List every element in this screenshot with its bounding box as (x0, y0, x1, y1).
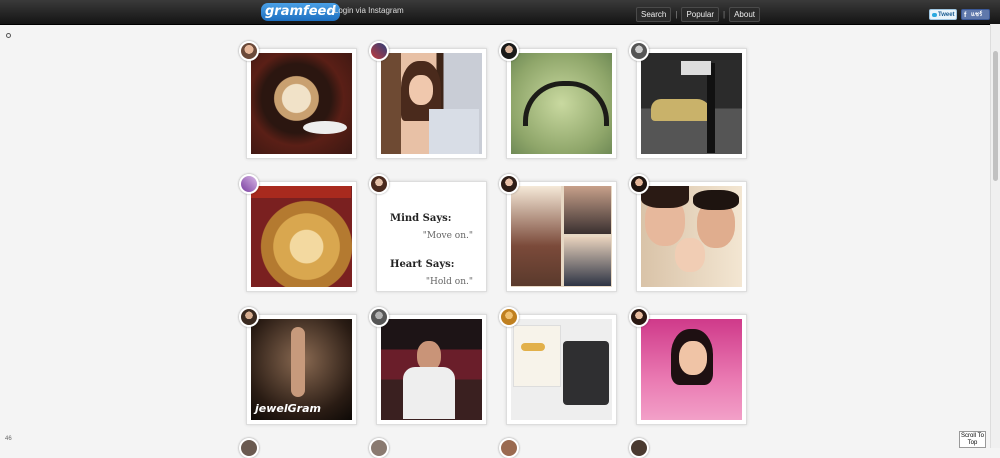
photo-card[interactable]: jewelGram (239, 307, 357, 425)
user-avatar[interactable] (629, 307, 649, 327)
top-nav: Search | Popular | About (636, 6, 760, 22)
photo-card[interactable] (629, 174, 747, 292)
user-avatar[interactable] (239, 174, 259, 194)
quote-line-4: "Hold on." (425, 277, 473, 287)
photo-ramen[interactable] (251, 53, 352, 154)
facebook-share-button[interactable]: แชร์ (961, 9, 990, 21)
photo-collage[interactable] (511, 186, 612, 287)
photo-card[interactable]: Mind Says: "Move on." Heart Says: "Hold … (369, 174, 487, 292)
photo-card[interactable] (239, 174, 357, 292)
photo-card[interactable] (369, 307, 487, 425)
loading-icon (6, 33, 11, 38)
photo-desserts[interactable] (511, 319, 612, 420)
user-avatar[interactable] (499, 174, 519, 194)
quote-line-3: Heart Says: (390, 259, 455, 270)
nav-popular-button[interactable]: Popular (681, 6, 720, 22)
scrollbar-thumb[interactable] (993, 51, 998, 181)
nav-separator: | (675, 9, 678, 19)
scroll-to-top-button[interactable]: Scroll To Top (959, 431, 986, 448)
photo-woman-portrait[interactable] (381, 53, 482, 154)
photo-hand-portrait[interactable]: jewelGram (251, 319, 352, 420)
user-avatar[interactable] (369, 438, 389, 458)
quote-line-1: Mind Says: (390, 213, 452, 224)
user-avatar[interactable] (499, 438, 519, 458)
gramfeed-logo[interactable]: gramfeed (261, 3, 340, 21)
photo-family-selfie[interactable] (641, 186, 742, 287)
user-avatar[interactable] (369, 41, 389, 61)
user-avatar[interactable] (499, 41, 519, 61)
photo-sports-car[interactable] (641, 53, 742, 154)
photo-card[interactable] (499, 41, 617, 159)
user-avatar[interactable] (369, 174, 389, 194)
user-avatar[interactable] (239, 307, 259, 327)
photo-quote-card[interactable]: Mind Says: "Move on." Heart Says: "Hold … (381, 186, 482, 287)
photo-card[interactable] (629, 41, 747, 159)
photo-bracelet[interactable] (511, 53, 612, 154)
top-bar: gramfeed - Login via Instagram Search | … (0, 0, 1000, 25)
user-avatar[interactable] (499, 307, 519, 327)
vertical-scrollbar[interactable] (990, 24, 1000, 448)
photo-counter: 46 (5, 436, 12, 442)
nav-search-button[interactable]: Search (636, 6, 672, 22)
jewelgram-watermark: jewelGram (255, 402, 321, 415)
photo-man-seated[interactable] (381, 319, 482, 420)
user-avatar[interactable] (369, 307, 389, 327)
photo-card[interactable] (499, 307, 617, 425)
photo-card[interactable] (239, 41, 357, 159)
nav-about-button[interactable]: About (729, 6, 760, 22)
photo-card[interactable] (369, 41, 487, 159)
tweet-button[interactable]: Tweet (929, 9, 957, 20)
user-avatar[interactable] (239, 41, 259, 61)
user-avatar[interactable] (239, 438, 259, 458)
quote-line-2: "Move on." (422, 231, 473, 241)
photo-card[interactable] (629, 307, 747, 425)
user-avatar[interactable] (629, 41, 649, 61)
photo-woman-pink[interactable] (641, 319, 742, 420)
user-avatar[interactable] (629, 438, 649, 458)
photo-noodle-soup[interactable] (251, 186, 352, 287)
nav-separator: | (723, 9, 726, 19)
photo-card[interactable] (499, 174, 617, 292)
user-avatar[interactable] (629, 174, 649, 194)
login-via-instagram-link[interactable]: - Login via Instagram (329, 6, 404, 15)
